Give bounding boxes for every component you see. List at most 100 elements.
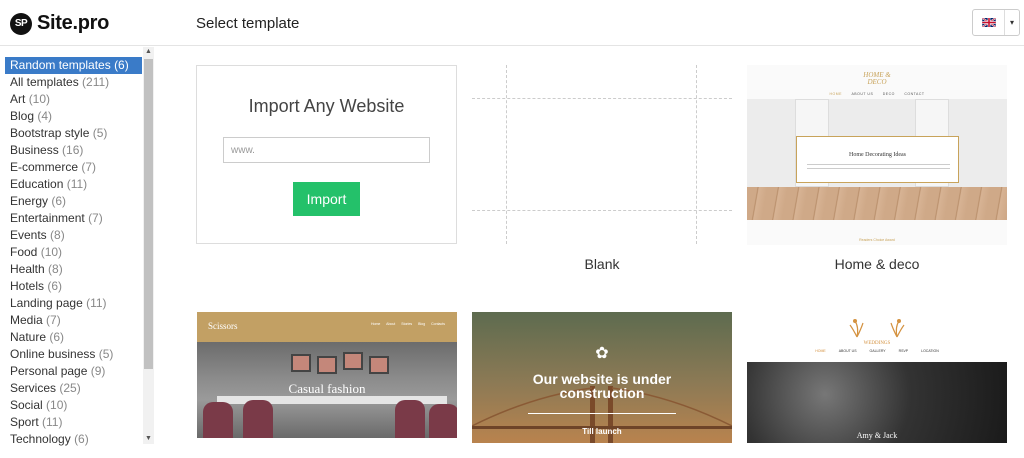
construction-divider bbox=[528, 413, 676, 414]
weddings-logo-text: WEDDINGS bbox=[863, 341, 891, 346]
text-placeholder-line bbox=[807, 164, 950, 165]
weddings-nav: HOME ABOUT US GALLERY RSVP LOCATION bbox=[747, 349, 1007, 353]
category-count: (5) bbox=[98, 347, 114, 361]
category-count: (16) bbox=[62, 143, 84, 157]
template-weddings-thumbnail[interactable]: WEDDINGS HOME ABOUT US GALLERY RSVP LOCA… bbox=[747, 312, 1007, 443]
home-deco-nav: HOME ABOUT US DECO CONTACT bbox=[747, 92, 1007, 96]
salon-chair-shape bbox=[243, 400, 273, 438]
category-label: Sport bbox=[10, 415, 39, 429]
site-logo[interactable]: SP Site.pro bbox=[10, 12, 109, 35]
template-scissors-thumbnail[interactable]: Scissors Home About Stories Blog Contact… bbox=[197, 312, 457, 438]
template-blank-thumbnail[interactable] bbox=[472, 65, 732, 244]
category-count: (6) bbox=[51, 194, 67, 208]
sidebar-category-item[interactable]: Social (10) bbox=[5, 397, 142, 414]
salon-chair-shape bbox=[203, 402, 233, 438]
category-count: (11) bbox=[66, 177, 88, 191]
category-count: (11) bbox=[86, 296, 107, 310]
construction-title-line2: construction bbox=[559, 385, 645, 401]
sidebar-category-item[interactable]: Nature (6) bbox=[5, 329, 142, 346]
sidebar-category-item[interactable]: Personal page (9) bbox=[5, 363, 142, 380]
category-label: Social bbox=[10, 398, 43, 412]
template-home-deco-label[interactable]: Home & deco bbox=[747, 256, 1007, 272]
salon-mirror-shape bbox=[369, 356, 389, 374]
sidebar-category-item[interactable]: Media (7) bbox=[5, 312, 142, 329]
scroll-up-arrow-icon[interactable]: ▲ bbox=[143, 47, 154, 57]
sidebar-category-item[interactable]: Random templates (6) bbox=[5, 57, 142, 74]
category-count: (7) bbox=[46, 313, 61, 327]
category-count: (4) bbox=[37, 109, 53, 123]
template-home-deco-thumbnail[interactable]: HOME & DECO HOME ABOUT US DECO CONTACT H… bbox=[747, 65, 1007, 245]
import-button[interactable]: Import bbox=[293, 182, 360, 216]
category-label: Technology bbox=[10, 432, 71, 446]
home-deco-nav-item: HOME bbox=[829, 92, 842, 96]
category-label: Energy bbox=[10, 194, 49, 208]
sidebar-category-item[interactable]: Entertainment (7) bbox=[5, 210, 142, 227]
sidebar-category-item[interactable]: Landing page (11) bbox=[5, 295, 142, 312]
template-construction-thumbnail[interactable]: ✿ Our website is under construction Till… bbox=[472, 312, 732, 443]
scroll-down-arrow-icon[interactable]: ▼ bbox=[143, 434, 154, 444]
sidebar-category-item[interactable]: Blog (4) bbox=[5, 108, 142, 125]
category-sidebar: Random templates (6) All templates (211) A… bbox=[0, 47, 155, 458]
blank-guide-line bbox=[472, 98, 732, 99]
category-count: (8) bbox=[50, 228, 65, 242]
sidebar-category-item[interactable]: Sport (11) bbox=[5, 414, 142, 431]
category-count: (6) bbox=[47, 279, 63, 293]
category-label: Landing page bbox=[10, 296, 83, 310]
category-label: Food bbox=[10, 245, 38, 259]
sidebar-category-item[interactable]: Education (11) bbox=[5, 176, 142, 193]
category-label: Events bbox=[10, 228, 47, 242]
sidebar-category-item[interactable]: Health (8) bbox=[5, 261, 142, 278]
chevron-down-icon[interactable]: ▾ bbox=[1005, 10, 1019, 35]
sidebar-category-item[interactable]: Technology (6) bbox=[5, 431, 142, 448]
sidebar-category-item[interactable]: Hotels (6) bbox=[5, 278, 142, 295]
sidebar-category-item[interactable]: Services (25) bbox=[5, 380, 142, 397]
category-count: (6) bbox=[114, 58, 129, 72]
scissors-nav-item: Contacts bbox=[431, 322, 445, 326]
category-label: Blog bbox=[10, 109, 35, 123]
blank-guide-line bbox=[472, 210, 732, 211]
import-title: Import Any Website bbox=[248, 96, 405, 116]
category-label: Entertainment bbox=[10, 211, 85, 225]
floral-ornament-icon bbox=[849, 319, 905, 338]
sidebar-category-item[interactable]: Art (10) bbox=[5, 91, 142, 108]
sidebar-scrollbar[interactable]: ▲ ▼ bbox=[143, 47, 154, 444]
gear-icon: ✿ bbox=[595, 345, 609, 362]
sidebar-category-item[interactable]: Online business (5) bbox=[5, 346, 142, 363]
sidebar-category-item[interactable]: All templates (211) bbox=[5, 74, 142, 91]
category-label: E-commerce bbox=[10, 160, 79, 174]
language-flag-button[interactable] bbox=[973, 10, 1005, 35]
scissors-nav-item: Blog bbox=[418, 322, 426, 326]
salon-chair-shape bbox=[429, 404, 457, 438]
uk-flag-icon bbox=[981, 18, 996, 27]
sidebar-category-item[interactable]: Bootstrap style (5) bbox=[5, 125, 142, 142]
page-title: Select template bbox=[196, 15, 300, 32]
home-deco-nav-item: ABOUT US bbox=[851, 92, 874, 96]
weddings-hero-names: Amy & Jack bbox=[856, 431, 898, 440]
category-label: Health bbox=[10, 262, 45, 276]
category-label: Personal page bbox=[10, 364, 88, 378]
website-url-input[interactable] bbox=[223, 137, 430, 163]
category-label: Services bbox=[10, 381, 57, 395]
sidebar-category-item[interactable]: Business (16) bbox=[5, 142, 142, 159]
sidebar-category-item[interactable]: Events (8) bbox=[5, 227, 142, 244]
header: SP Site.pro Select template ▾ bbox=[0, 0, 1024, 46]
scrollbar-thumb[interactable] bbox=[144, 59, 153, 369]
category-count: (6) bbox=[74, 432, 89, 446]
salon-mirror-shape bbox=[291, 354, 311, 372]
sidebar-category-item[interactable]: Energy (6) bbox=[5, 193, 142, 210]
home-deco-logo-line2: DECO bbox=[867, 78, 887, 86]
category-count: (25) bbox=[59, 381, 81, 395]
scissors-hero-title: Casual fashion bbox=[288, 381, 366, 396]
weddings-nav-item: LOCATION bbox=[921, 349, 939, 353]
template-blank-label[interactable]: Blank bbox=[472, 256, 732, 272]
sidebar-category-item[interactable]: E-commerce (7) bbox=[5, 159, 142, 176]
category-count: (6) bbox=[49, 330, 65, 344]
construction-title: Our website is under construction bbox=[472, 372, 732, 400]
language-selector[interactable]: ▾ bbox=[972, 9, 1020, 36]
sidebar-category-item[interactable]: Food (10) bbox=[5, 244, 142, 261]
home-deco-nav-item: DECO bbox=[882, 92, 895, 96]
salon-chair-shape bbox=[395, 400, 425, 438]
logo-text: Site.pro bbox=[37, 12, 110, 34]
home-deco-hero-title: Home Decorating Ideas bbox=[849, 152, 906, 158]
weddings-logo: WEDDINGS bbox=[747, 317, 1007, 346]
